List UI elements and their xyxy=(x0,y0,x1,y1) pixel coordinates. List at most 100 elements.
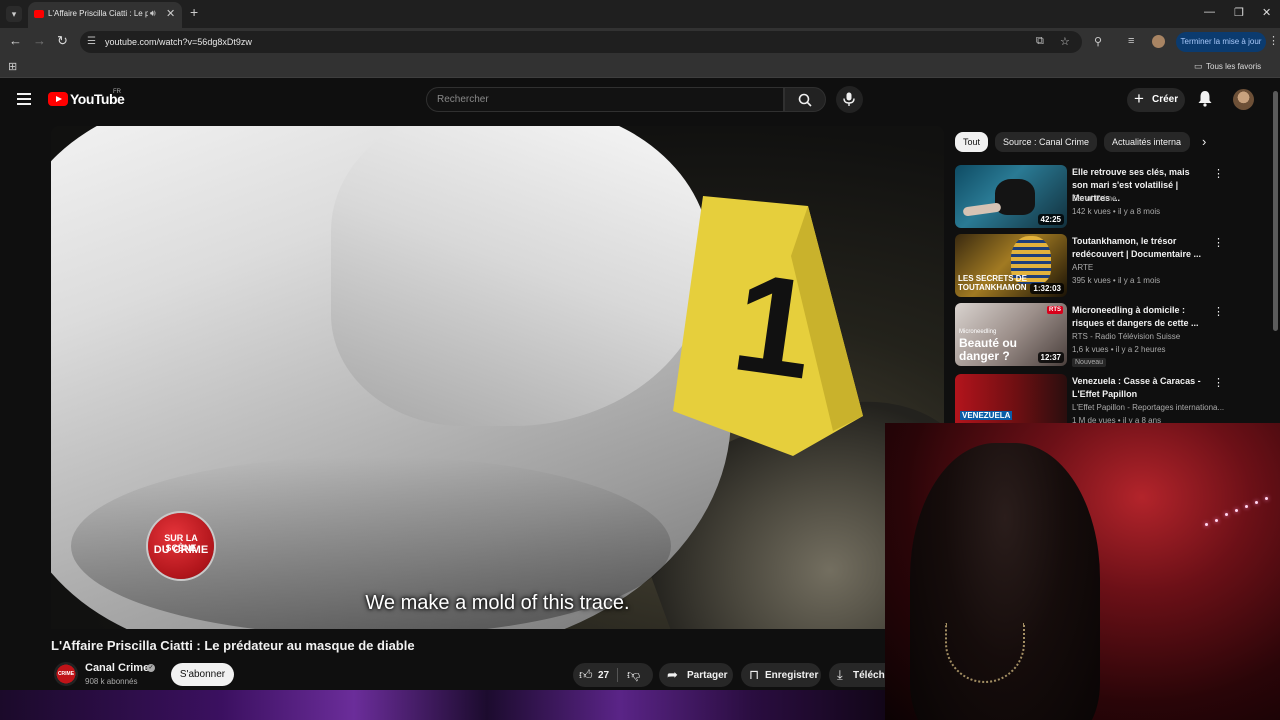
bookmark-icon: ⊓ xyxy=(749,667,760,682)
video-thumbnail[interactable]: LES SECRETS DE TOUTANKHAMON 1:32:03 xyxy=(955,234,1067,297)
video-duration: 42:25 xyxy=(1037,214,1064,225)
related-video[interactable]: VENEZUELA Venezuela : Casse à Caracas - … xyxy=(955,374,1275,424)
share-button[interactable]: ➦ Partager xyxy=(659,663,733,687)
tab-title: L'Affaire Priscilla Ciatti : Le p xyxy=(48,9,148,18)
youtube-logo-icon[interactable] xyxy=(48,92,68,106)
chip-source[interactable]: Source : Canal Crime xyxy=(995,132,1098,152)
create-button[interactable]: + Créer xyxy=(1127,88,1185,112)
update-button[interactable]: Terminer la mise à jour xyxy=(1176,32,1266,52)
new-badge: Nouveau xyxy=(1072,358,1107,367)
like-count: 27 xyxy=(598,670,610,681)
back-icon[interactable]: ← xyxy=(9,34,22,48)
chevron-right-icon[interactable]: › xyxy=(1202,134,1206,149)
share-label: Partager xyxy=(687,670,728,681)
create-label: Créer xyxy=(1152,94,1179,105)
subscribe-button[interactable]: S'abonner xyxy=(171,663,234,686)
download-button[interactable]: ⤓ Téléch xyxy=(829,663,885,687)
install-app-icon[interactable]: ⧉ xyxy=(1036,35,1044,48)
related-video[interactable]: LES SECRETS DE TOUTANKHAMON 1:32:03 Tout… xyxy=(955,234,1275,298)
rts-logo: RTS xyxy=(1047,306,1063,314)
thumbnail-text: VENEZUELA xyxy=(960,411,1013,420)
channel-name[interactable]: Canal Crime xyxy=(85,662,149,674)
evidence-marker: 1 xyxy=(673,196,863,466)
address-bar[interactable]: ☰ youtube.com/watch?v=56dg8xDt9zw ⧉ ☆ xyxy=(80,31,1082,53)
video-subtitle: We make a mold of this trace. xyxy=(365,592,630,614)
related-meta: 142 k vues • il y a 8 mois xyxy=(1072,207,1161,216)
thumbnail-small-text: Microneedling xyxy=(959,329,997,335)
url-text[interactable]: youtube.com/watch?v=56dg8xDt9zw xyxy=(105,37,252,47)
site-info-icon[interactable]: ☰ xyxy=(87,36,96,47)
maximize-icon[interactable]: ❐ xyxy=(1234,6,1244,19)
new-tab-button[interactable]: + xyxy=(190,5,198,19)
more-options-icon[interactable]: ⋮ xyxy=(1213,376,1224,389)
streamer-silhouette xyxy=(910,443,1100,720)
share-icon: ➦ xyxy=(667,667,678,682)
tab-close-icon[interactable]: ✕ xyxy=(166,7,175,20)
like-dislike-group: 👍︎ 27 👎︎ xyxy=(573,663,653,687)
browser-tab-strip: ▾ L'Affaire Priscilla Ciatti : Le p 🔊︎ ✕… xyxy=(0,0,1280,28)
related-title: Toutankhamon, le trésor redécouvert | Do… xyxy=(1072,236,1202,259)
forward-icon[interactable]: → xyxy=(33,34,46,48)
reading-list-icon[interactable]: ≡ xyxy=(1128,35,1134,47)
show-logo: SUR LA SCÈNE DU CRIME xyxy=(148,513,214,579)
like-divider xyxy=(617,668,618,682)
bookmark-star-icon[interactable]: ☆ xyxy=(1060,35,1070,48)
search-placeholder: Rechercher xyxy=(437,94,489,105)
video-thumbnail[interactable]: 42:25 xyxy=(955,165,1067,228)
related-channel: ARTE xyxy=(1072,263,1094,272)
account-avatar[interactable] xyxy=(1233,89,1254,110)
browser-tab[interactable]: L'Affaire Priscilla Ciatti : Le p 🔊︎ ✕ xyxy=(28,2,182,28)
video-thumbnail[interactable]: RTS Microneedling Beauté ou danger ? 12:… xyxy=(955,303,1067,366)
video-duration: 1:32:03 xyxy=(1030,283,1064,294)
browser-toolbar: ← → ↻ ☰ youtube.com/watch?v=56dg8xDt9zw … xyxy=(0,28,1280,56)
video-duration: 12:37 xyxy=(1037,352,1064,363)
motorbike-shape xyxy=(995,179,1035,215)
all-bookmarks-link[interactable]: Tous les favoris xyxy=(1206,62,1261,71)
related-meta: 1,6 k vues • il y a 2 heures xyxy=(1072,345,1166,354)
video-thumbnail[interactable]: VENEZUELA xyxy=(955,374,1067,424)
speaker-icon[interactable]: 🔊︎ xyxy=(150,8,156,19)
save-button[interactable]: ⊓ Enregistrer xyxy=(741,663,821,687)
reload-icon[interactable]: ↻ xyxy=(57,34,68,48)
show-logo-line2: DU CRIME xyxy=(153,544,209,556)
search-input[interactable]: Rechercher xyxy=(426,87,784,112)
apps-grid-icon[interactable]: ⊞ xyxy=(8,60,17,73)
plus-icon: + xyxy=(1134,89,1144,108)
window-close-icon[interactable]: ✕ xyxy=(1262,6,1271,19)
related-channel: Canal Crime xyxy=(1072,194,1117,203)
search-button[interactable] xyxy=(784,87,826,112)
related-channel: RTS - Radio Télévision Suisse xyxy=(1072,332,1181,341)
extensions-icon[interactable]: ⚲ xyxy=(1094,35,1102,48)
notifications-bell-icon[interactable] xyxy=(1197,90,1213,107)
related-video[interactable]: 42:25 Elle retrouve ses clés, mais son m… xyxy=(955,165,1275,229)
youtube-favicon-icon xyxy=(34,10,44,18)
profile-avatar[interactable] xyxy=(1152,35,1165,48)
thumbnail-text: Beauté ou danger ? xyxy=(959,336,1018,363)
menu-icon[interactable] xyxy=(17,93,31,108)
browser-menu-icon[interactable]: ⋮ xyxy=(1268,34,1279,47)
save-label: Enregistrer xyxy=(765,670,819,681)
bookmarks-bar: ⊞ ▭ Tous les favoris xyxy=(0,56,1280,78)
more-options-icon[interactable]: ⋮ xyxy=(1213,236,1224,249)
figure-shape xyxy=(962,202,1002,217)
video-title: L'Affaire Priscilla Ciatti : Le prédateu… xyxy=(51,638,415,653)
tab-search-button[interactable]: ▾ xyxy=(6,6,22,22)
channel-avatar-text: CRIME xyxy=(57,671,75,677)
related-video[interactable]: RTS Microneedling Beauté ou danger ? 12:… xyxy=(955,303,1275,367)
webcam-overlay xyxy=(885,423,1280,720)
related-meta: 395 k vues • il y a 1 mois xyxy=(1072,276,1161,285)
fairy-lights xyxy=(1205,493,1275,533)
dislike-button[interactable]: 👎︎ xyxy=(627,667,640,683)
chip-all[interactable]: Tout xyxy=(955,132,989,152)
minimize-icon[interactable]: — xyxy=(1204,6,1215,18)
video-player[interactable]: 1 SUR LA SCÈNE DU CRIME We make a mold o… xyxy=(51,126,944,629)
like-button[interactable]: 👍︎ xyxy=(579,667,593,683)
related-channel: L'Effet Papillon - Reportages internatio… xyxy=(1072,403,1225,412)
channel-avatar[interactable]: CRIME xyxy=(54,662,78,686)
chip-international-news[interactable]: Actualités interna xyxy=(1104,132,1190,152)
download-icon: ⤓ xyxy=(837,667,843,682)
more-options-icon[interactable]: ⋮ xyxy=(1213,305,1224,318)
more-options-icon[interactable]: ⋮ xyxy=(1213,167,1224,180)
voice-search-button[interactable] xyxy=(836,86,863,113)
verified-icon: ✓ xyxy=(147,664,155,672)
